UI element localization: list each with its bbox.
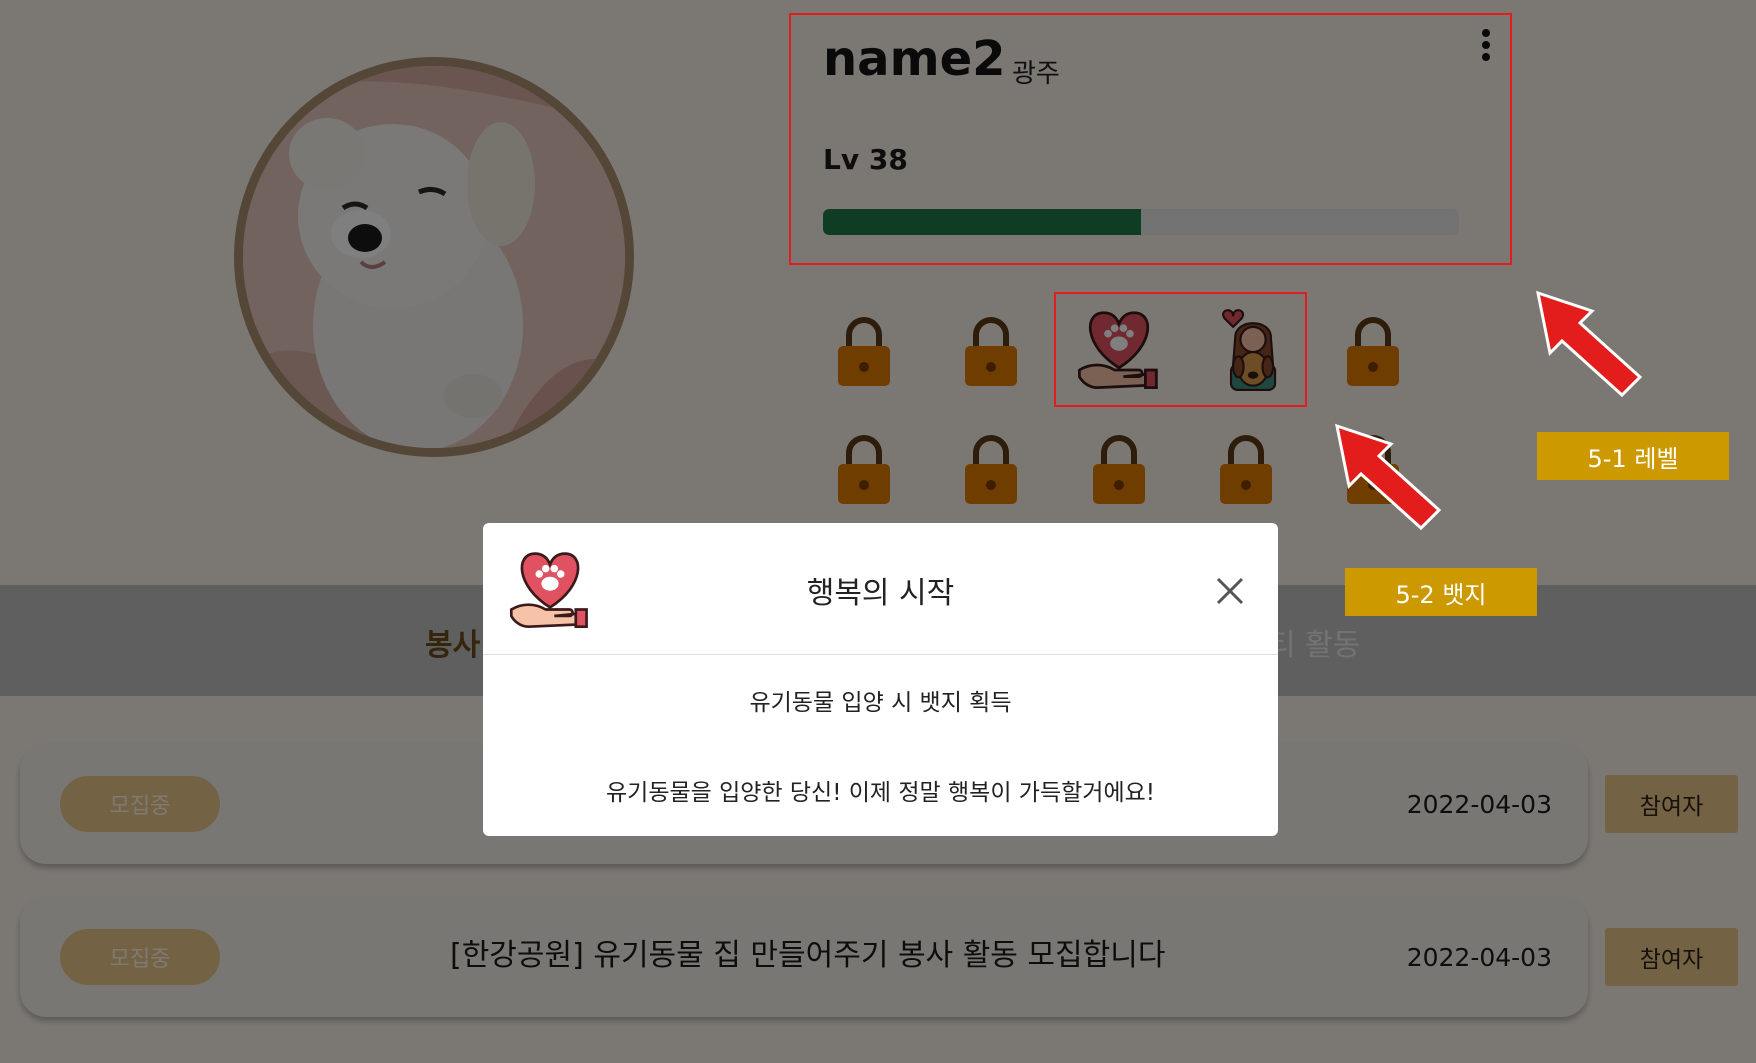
badge-description: 유기동물을 입양한 당신! 이제 정말 행복이 가득할거에요! [606,780,1155,806]
badge-highlight-box [1054,292,1307,407]
modal-title: 행복의 시작 [806,576,955,611]
badge-condition: 유기동물 입양 시 뱃지 획득 [749,690,1012,716]
close-icon[interactable] [1212,573,1248,609]
level-highlight-box [789,13,1512,265]
arrow-to-level-icon [1536,290,1643,398]
arrow-to-badge-icon [1335,423,1442,531]
divider [483,654,1278,655]
level-annotation-label: 5-1 레벨 [1537,432,1729,480]
badge-detail-modal: 행복의 시작 유기동물 입양 시 뱃지 획득 유기동물을 입양한 당신! 이제 … [483,523,1278,836]
badge-annotation-label: 5-2 뱃지 [1345,568,1537,616]
